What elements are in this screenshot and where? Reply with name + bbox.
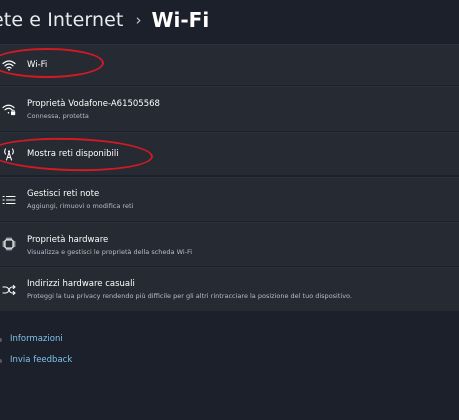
manage-known-networks-title: Gestisci reti note xyxy=(27,189,100,199)
network-properties-title: Proprietà Vodafone-A61505568 xyxy=(27,99,160,109)
send-feedback-link[interactable]: Invia feedback xyxy=(10,355,72,365)
wifi-settings-page: ete e Internet › Wi-Fi Wi-Fi Proprietà V… xyxy=(0,0,459,420)
shuffle-icon xyxy=(2,283,16,297)
breadcrumb-parent-link[interactable]: ete e Internet xyxy=(0,9,123,31)
chip-icon xyxy=(2,237,16,251)
random-hardware-addresses-subtitle: Proteggi la tua privacy rendendo più dif… xyxy=(27,292,352,300)
wifi-lock-icon xyxy=(2,102,16,116)
list-icon xyxy=(2,193,16,207)
show-available-networks-title: Mostra reti disponibili xyxy=(27,149,119,159)
breadcrumb-separator: › xyxy=(135,11,142,29)
network-properties-row[interactable]: Proprietà Vodafone-A61505568 Connessa, p… xyxy=(0,86,459,131)
info-link-bullet xyxy=(0,338,2,342)
hardware-properties-title: Proprietà hardware xyxy=(27,235,109,245)
show-available-networks-row[interactable]: Mostra reti disponibili xyxy=(0,132,459,175)
antenna-icon xyxy=(2,147,16,161)
network-properties-subtitle: Connessa, protetta xyxy=(27,112,89,120)
manage-known-networks-row[interactable]: Gestisci reti note Aggiungi, rimuovi o m… xyxy=(0,177,459,221)
feedback-link-bullet xyxy=(0,359,2,363)
info-link[interactable]: Informazioni xyxy=(10,334,63,344)
wifi-icon xyxy=(2,58,16,72)
page-title: Wi-Fi xyxy=(151,8,210,32)
wifi-toggle-row[interactable]: Wi-Fi xyxy=(0,44,459,85)
hardware-properties-row[interactable]: Proprietà hardware Visualizza e gestisci… xyxy=(0,222,459,266)
random-hardware-addresses-title: Indirizzi hardware casuali xyxy=(27,279,135,289)
random-hardware-addresses-row[interactable]: Indirizzi hardware casuali Proteggi la t… xyxy=(0,267,459,311)
hardware-properties-subtitle: Visualizza e gestisci le proprietà della… xyxy=(27,248,193,256)
breadcrumb: ete e Internet › Wi-Fi xyxy=(0,0,459,40)
manage-known-networks-subtitle: Aggiungi, rimuovi o modifica reti xyxy=(27,202,134,210)
wifi-row-title: Wi-Fi xyxy=(27,60,48,70)
